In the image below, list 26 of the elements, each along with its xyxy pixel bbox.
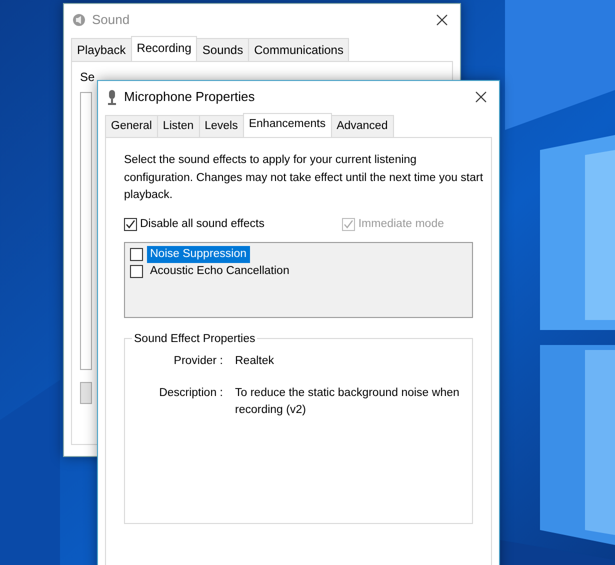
tab[interactable]: Sounds [196, 38, 250, 61]
effect-item[interactable]: Noise Suppression [147, 246, 250, 264]
checkbox[interactable] [130, 265, 143, 278]
tab[interactable]: General [105, 115, 158, 138]
field-value: To reduce the static background noise when recording (v2) [235, 386, 460, 418]
checkbox[interactable] [124, 218, 137, 232]
speaker-icon [72, 13, 86, 27]
field-label: Description : [158, 386, 223, 400]
close-icon [436, 14, 448, 26]
tab[interactable]: Communications [248, 38, 350, 61]
window-title: Sound [92, 11, 130, 30]
checkbox[interactable] [130, 248, 143, 262]
tab[interactable]: Advanced [330, 115, 394, 138]
tab[interactable]: Listen [156, 115, 200, 138]
option-label: Disable all sound effects [140, 217, 264, 232]
microphone-icon [106, 89, 118, 105]
instruction-text: Se [80, 69, 96, 86]
option-label: Immediate mode [358, 217, 444, 232]
instruction-text: Select the sound effects to apply for your current listening configuration. Changes may not take effect until the next time you start playback. [124, 153, 484, 203]
close-icon [475, 91, 487, 103]
window-title: Microphone Properties [124, 88, 255, 106]
field-value: Realtek [235, 354, 275, 370]
tab[interactable]: Levels [198, 115, 244, 138]
tab[interactable]: Playback [71, 38, 132, 61]
effect-item[interactable]: Acoustic Echo Cancellation [147, 263, 292, 280]
field-label: Provider : [172, 354, 223, 370]
